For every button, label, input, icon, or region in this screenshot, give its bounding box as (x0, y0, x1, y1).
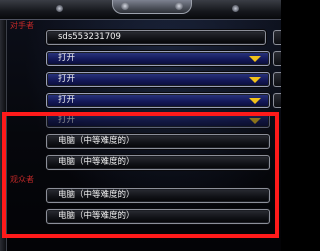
slot-side-button[interactable] (273, 51, 281, 66)
computer-slot-1[interactable]: 电脑（中等难度的） (46, 134, 270, 149)
slot-side-button[interactable] (273, 72, 281, 87)
dropdown-arrow-icon (249, 118, 261, 124)
player-name: sds553231709 (58, 32, 121, 42)
dropdown-arrow-icon (249, 56, 261, 62)
top-ornament-bar (0, 0, 281, 20)
computer-slot-3[interactable]: 电脑（中等难度的） (46, 188, 270, 203)
left-frame (0, 20, 7, 251)
player-slot-5-dropdown[interactable]: 打开 (46, 113, 270, 128)
computer-difficulty-label: 电脑（中等难度的） (58, 136, 135, 146)
player-slot-1: sds553231709 (46, 30, 266, 45)
crest-ornament (112, 0, 192, 14)
computer-slot-4[interactable]: 电脑（中等难度的） (46, 209, 270, 224)
player-slot-4-dropdown[interactable]: 打开 (46, 93, 270, 108)
slot-side-button[interactable] (273, 93, 281, 108)
computer-difficulty-label: 电脑（中等难度的） (58, 157, 135, 167)
computer-slot-2[interactable]: 电脑（中等难度的） (46, 155, 270, 170)
dropdown-arrow-icon (249, 98, 261, 104)
slot-status-label: 打开 (58, 74, 76, 84)
dropdown-arrow-icon (249, 77, 261, 83)
rivet-icon (232, 5, 239, 12)
slot-status-label: 打开 (58, 95, 76, 105)
player-slot-3-dropdown[interactable]: 打开 (46, 72, 270, 87)
game-lobby-screen: 对手者 sds553231709 打开 打开 打开 打开 电脑（中等难度的） 电… (0, 0, 281, 251)
slot-status-label: 打开 (58, 53, 76, 63)
player-slot-2-dropdown[interactable]: 打开 (46, 51, 270, 66)
team-label-2: 观众者 (10, 175, 34, 184)
computer-difficulty-label: 电脑（中等难度的） (58, 211, 135, 221)
team-label-1: 对手者 (10, 21, 34, 30)
slot-status-label: 打开 (58, 115, 76, 125)
computer-difficulty-label: 电脑（中等难度的） (58, 190, 135, 200)
slot-side-button[interactable] (273, 30, 281, 45)
rivet-icon (56, 5, 63, 12)
